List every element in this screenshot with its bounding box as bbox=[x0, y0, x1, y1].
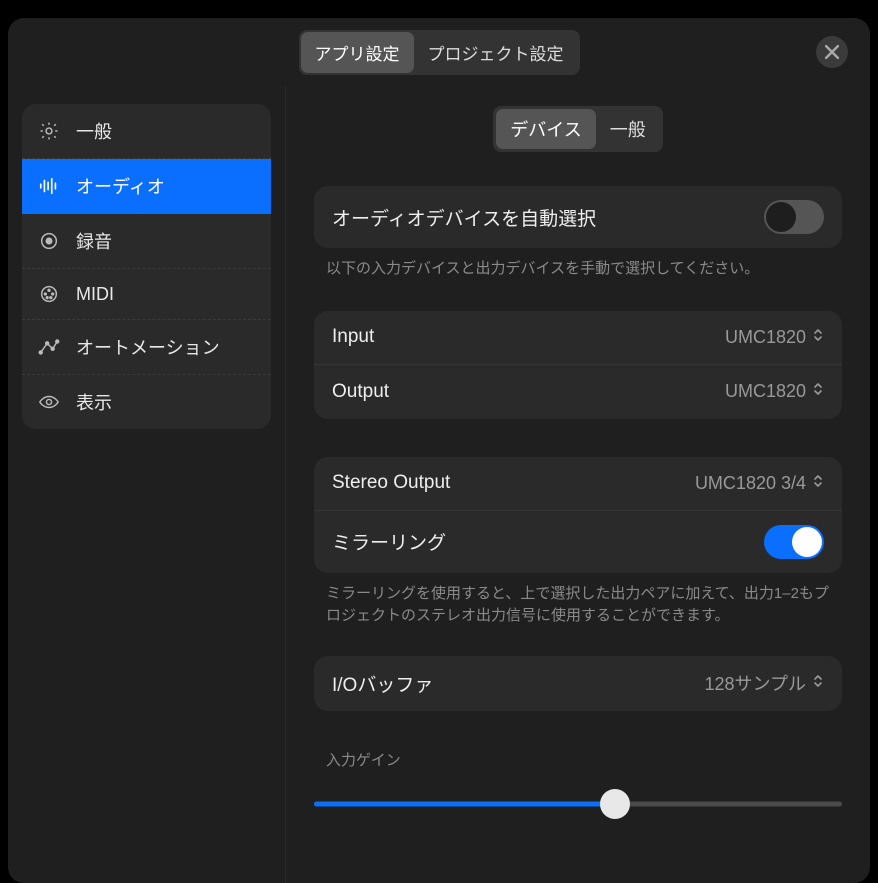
sidebar-item-label: MIDI bbox=[76, 284, 114, 305]
sidebar-item-automation[interactable]: オートメーション bbox=[22, 320, 271, 375]
eye-icon bbox=[38, 391, 60, 413]
auto-select-toggle[interactable] bbox=[764, 200, 824, 234]
stereo-card: Stereo Output UMC1820 3/4 ミラーリング bbox=[314, 457, 842, 573]
sidebar-item-label: オーディオ bbox=[76, 173, 165, 199]
sidebar-item-record[interactable]: 録音 bbox=[22, 214, 271, 269]
toggle-knob bbox=[766, 202, 796, 232]
sub-tab-general[interactable]: 一般 bbox=[596, 109, 660, 149]
sidebar-item-label: 録音 bbox=[76, 228, 112, 254]
output-value: UMC1820 bbox=[725, 381, 824, 402]
tab-app-settings[interactable]: アプリ設定 bbox=[301, 32, 414, 73]
header-tab-group: アプリ設定 プロジェクト設定 bbox=[299, 30, 580, 75]
sub-tab-device[interactable]: デバイス bbox=[496, 109, 595, 149]
automation-icon bbox=[38, 336, 60, 358]
close-button[interactable] bbox=[816, 36, 848, 68]
auto-select-card: オーディオデバイスを自動選択 bbox=[314, 186, 842, 248]
buffer-value-text: 128サンプル bbox=[705, 670, 807, 696]
chevron-updown-icon bbox=[812, 327, 824, 348]
sidebar-item-audio[interactable]: オーディオ bbox=[22, 159, 271, 214]
record-icon bbox=[38, 230, 60, 252]
sidebar: 一般 オーディオ 録音 bbox=[8, 86, 286, 883]
gain-slider[interactable] bbox=[314, 784, 842, 824]
buffer-row[interactable]: I/Oバッファ 128サンプル bbox=[314, 656, 842, 711]
output-label: Output bbox=[332, 381, 389, 403]
auto-select-label: オーディオデバイスを自動選択 bbox=[332, 204, 596, 231]
sidebar-item-label: 一般 bbox=[76, 118, 112, 144]
stereo-output-label: Stereo Output bbox=[332, 472, 450, 494]
chevron-updown-icon bbox=[812, 473, 824, 494]
mirroring-row: ミラーリング bbox=[314, 511, 842, 573]
input-row[interactable]: Input UMC1820 bbox=[314, 311, 842, 365]
input-value-text: UMC1820 bbox=[725, 327, 806, 348]
midi-icon bbox=[38, 283, 60, 305]
sub-tab-group: デバイス 一般 bbox=[493, 106, 662, 152]
stereo-output-value-text: UMC1820 3/4 bbox=[695, 473, 806, 494]
sidebar-item-midi[interactable]: MIDI bbox=[22, 269, 271, 320]
input-label: Input bbox=[332, 326, 374, 348]
sub-tab-bar: デバイス 一般 bbox=[314, 106, 842, 152]
sidebar-item-label: オートメーション bbox=[76, 334, 220, 360]
output-row[interactable]: Output UMC1820 bbox=[314, 365, 842, 419]
input-value: UMC1820 bbox=[725, 327, 824, 348]
io-card: Input UMC1820 Output UMC1820 bbox=[314, 311, 842, 419]
content-area: デバイス 一般 オーディオデバイスを自動選択 以下の入力デバイスと出力デバイスを… bbox=[286, 86, 870, 883]
chevron-updown-icon bbox=[812, 381, 824, 402]
modal-header: アプリ設定 プロジェクト設定 bbox=[8, 18, 870, 86]
sidebar-item-display[interactable]: 表示 bbox=[22, 375, 271, 429]
waveform-icon bbox=[38, 175, 60, 197]
auto-select-row: オーディオデバイスを自動選択 bbox=[314, 186, 842, 248]
slider-thumb[interactable] bbox=[600, 789, 630, 819]
gain-label: 入力ゲイン bbox=[314, 749, 842, 770]
toggle-knob bbox=[792, 527, 822, 557]
modal-body: 一般 オーディオ 録音 bbox=[8, 86, 870, 883]
sidebar-item-label: 表示 bbox=[76, 389, 112, 415]
settings-modal: アプリ設定 プロジェクト設定 一般 オーディオ bbox=[8, 18, 870, 883]
tab-project-settings[interactable]: プロジェクト設定 bbox=[414, 32, 578, 73]
buffer-label: I/Oバッファ bbox=[332, 670, 433, 697]
chevron-updown-icon bbox=[812, 673, 824, 694]
sidebar-list: 一般 オーディオ 録音 bbox=[22, 104, 271, 429]
buffer-card: I/Oバッファ 128サンプル bbox=[314, 656, 842, 711]
mirroring-toggle[interactable] bbox=[764, 525, 824, 559]
buffer-value: 128サンプル bbox=[705, 670, 825, 696]
mirroring-help: ミラーリングを使用すると、上で選択した出力ペアに加えて、出力1–2もプロジェクト… bbox=[314, 583, 842, 628]
sidebar-item-general[interactable]: 一般 bbox=[22, 104, 271, 159]
gear-icon bbox=[38, 120, 60, 142]
stereo-output-row[interactable]: Stereo Output UMC1820 3/4 bbox=[314, 457, 842, 511]
close-icon bbox=[825, 45, 839, 59]
auto-select-help: 以下の入力デバイスと出力デバイスを手動で選択してください。 bbox=[314, 258, 842, 281]
mirroring-label: ミラーリング bbox=[332, 528, 446, 555]
slider-fill bbox=[314, 801, 615, 806]
output-value-text: UMC1820 bbox=[725, 381, 806, 402]
stereo-output-value: UMC1820 3/4 bbox=[695, 473, 824, 494]
